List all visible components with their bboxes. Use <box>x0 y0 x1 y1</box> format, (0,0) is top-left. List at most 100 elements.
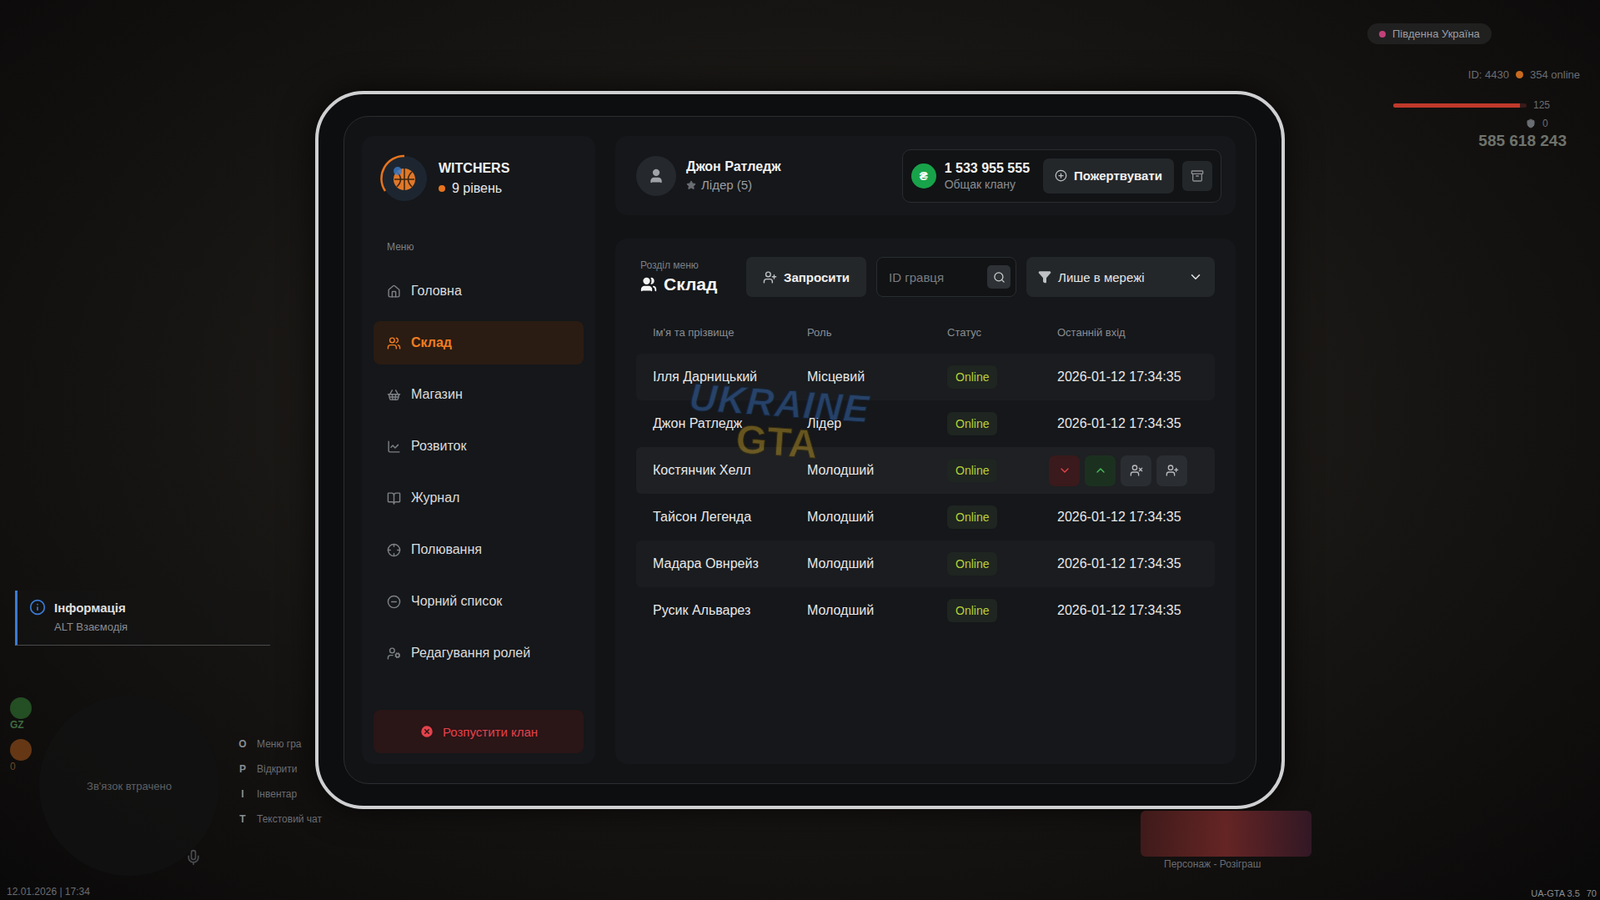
archive-icon <box>1190 169 1204 183</box>
member-last-login: 2026-01-12 17:34:35 <box>1057 556 1215 572</box>
table-row[interactable]: Ілля ДарницькийМісцевийOnline2026-01-12 … <box>636 353 1215 401</box>
mic-icon <box>185 848 202 866</box>
section-heading: Склад <box>640 274 737 295</box>
column-header: Статус <box>947 326 1058 339</box>
row-actions <box>1048 455 1215 487</box>
gz-hud: GZ0 <box>10 697 32 773</box>
sidebar-item[interactable]: Склад <box>373 321 584 365</box>
health-value: 125 <box>1533 99 1550 111</box>
chevron-down-icon <box>1058 463 1072 477</box>
info-icon <box>29 598 46 616</box>
region-dot <box>1379 30 1386 38</box>
player-info: Джон РатледжЛідер (5) <box>636 155 782 196</box>
clan-level: 9 рівень <box>438 180 510 196</box>
level-dot <box>438 185 446 192</box>
money-hud: 585 618 243 <box>1478 131 1567 151</box>
member-last-login: 2026-01-12 17:34:35 <box>1057 509 1215 525</box>
game-scene: WITCHERS9 рівеньМенюГоловнаСкладМагазинР… <box>0 0 1600 900</box>
giveaway-image <box>1140 810 1312 857</box>
column-header: Роль <box>807 326 948 339</box>
member-name: Ілля Дарницький <box>652 369 808 385</box>
column-header: Останній вхід <box>1057 326 1215 339</box>
currency-icon: ₴ <box>911 163 937 189</box>
toolbar: Розділ менюСкладЗапросити Лише в мережі <box>636 256 1215 297</box>
treasury-label: Общак клану <box>944 177 1030 191</box>
nav-icon <box>386 491 402 506</box>
sidebar-item[interactable]: Чорний список <box>373 579 584 623</box>
treasury-archive-button[interactable] <box>1182 160 1213 191</box>
gz-icon <box>10 697 32 719</box>
nav-icon <box>386 594 402 609</box>
sidebar-item[interactable]: Магазин <box>373 372 584 417</box>
status-badge: Online <box>947 458 998 482</box>
filter-icon <box>1038 270 1052 284</box>
voice-hud <box>185 848 202 869</box>
member-status: Online <box>947 365 1058 389</box>
nav-icon <box>386 284 402 299</box>
member-role: Молодший <box>807 602 948 618</box>
nav-icon <box>386 646 402 661</box>
chevron-up-icon <box>1093 463 1108 477</box>
members-table: Ілля ДарницькийМісцевийOnline2026-01-12 … <box>636 353 1215 634</box>
shield-icon <box>1525 118 1536 129</box>
member-role: Молодший <box>807 556 948 572</box>
table-row[interactable]: Джон РатледжЛідерOnline2026-01-12 17:34:… <box>636 400 1215 447</box>
donate-button[interactable]: Пожертвувати <box>1043 158 1174 194</box>
chevron-down-icon <box>1188 269 1204 285</box>
status-badge: Online <box>947 365 998 389</box>
keybinds: OМеню граPВідкритиIІнвентарTТекстовий ча… <box>236 737 322 825</box>
region-hud: Південна Україна <box>1367 23 1492 45</box>
armor-value: 0 <box>1542 117 1549 130</box>
info-title: Інформація <box>29 598 259 616</box>
sidebar-item[interactable]: Розвиток <box>373 424 584 468</box>
main-column: Джон РатледжЛідер (5)₴1 533 955 555Общак… <box>615 135 1236 764</box>
keybind: OМеню гра <box>236 737 322 750</box>
search-button[interactable] <box>987 265 1011 289</box>
player-avatar <box>636 155 677 196</box>
date-hud: 12.01.2026 | 17:34 <box>6 885 91 898</box>
sidebar-item[interactable]: Редагування ролей <box>373 631 584 675</box>
section-title: Розділ менюСклад <box>636 259 737 295</box>
dissolve-clan-button[interactable]: Розпустити клан <box>373 709 584 753</box>
sidebar-item[interactable]: Полювання <box>373 527 584 572</box>
users-icon <box>640 275 658 293</box>
table-row[interactable]: Костянчик ХеллМолодшийOnline <box>636 446 1215 494</box>
server-info: ID: 4430354 online <box>1468 68 1580 81</box>
member-status: Online <box>947 458 1058 482</box>
member-role: Молодший <box>807 509 948 525</box>
member-status: Online <box>947 551 1058 576</box>
member-last-login: 2026-01-12 17:34:35 <box>1057 416 1215 432</box>
clan-logo-icon <box>380 154 429 203</box>
version-hud: UA-GTA 3.570 <box>1530 887 1597 898</box>
member-status: Online <box>947 598 1058 622</box>
promote-button[interactable] <box>1084 455 1116 487</box>
player-rank: Лідер (5) <box>686 177 782 192</box>
invite-button[interactable]: Запросити <box>746 256 867 297</box>
kick-button[interactable] <box>1120 455 1152 487</box>
demote-button[interactable] <box>1048 455 1080 487</box>
treasury-box: ₴1 533 955 555Общак клануПожертвувати <box>902 149 1222 203</box>
armor-hud: 0 <box>1525 117 1549 130</box>
status-badge: Online <box>947 505 998 529</box>
info-hud: ІнформаціяALT Взаємодія <box>15 590 271 646</box>
member-name: Русик Альварез <box>652 602 808 618</box>
tablet-screen: WITCHERS9 рівеньМенюГоловнаСкладМагазинР… <box>343 115 1257 784</box>
sidebar-item[interactable]: Головна <box>373 269 584 313</box>
user-icon <box>647 167 665 185</box>
count-icon <box>10 738 32 761</box>
version-text: UA-GTA 3.5 <box>1530 887 1580 898</box>
minimap: Зв'язок втрачено <box>39 695 220 876</box>
member-role: Лідер <box>807 416 948 432</box>
search-input[interactable] <box>887 269 983 286</box>
member-role: Місцевий <box>807 369 948 385</box>
assign-button[interactable] <box>1156 455 1188 487</box>
table-row[interactable]: Тайсон ЛегендаМолодшийOnline2026-01-12 1… <box>636 493 1215 541</box>
column-header: Ім'я та прізвище <box>652 326 808 339</box>
table-row[interactable]: Мадара ОвнрейзМолодшийOnline2026-01-12 1… <box>636 540 1215 587</box>
table-row[interactable]: Русик АльварезМолодшийOnline2026-01-12 1… <box>636 586 1215 634</box>
nav-icon <box>386 542 402 557</box>
online-dot <box>1515 70 1524 79</box>
sidebar-item[interactable]: Журнал <box>373 476 584 520</box>
online-filter[interactable]: Лише в мережі <box>1026 256 1215 297</box>
sidebar: WITCHERS9 рівеньМенюГоловнаСкладМагазинР… <box>361 135 596 764</box>
